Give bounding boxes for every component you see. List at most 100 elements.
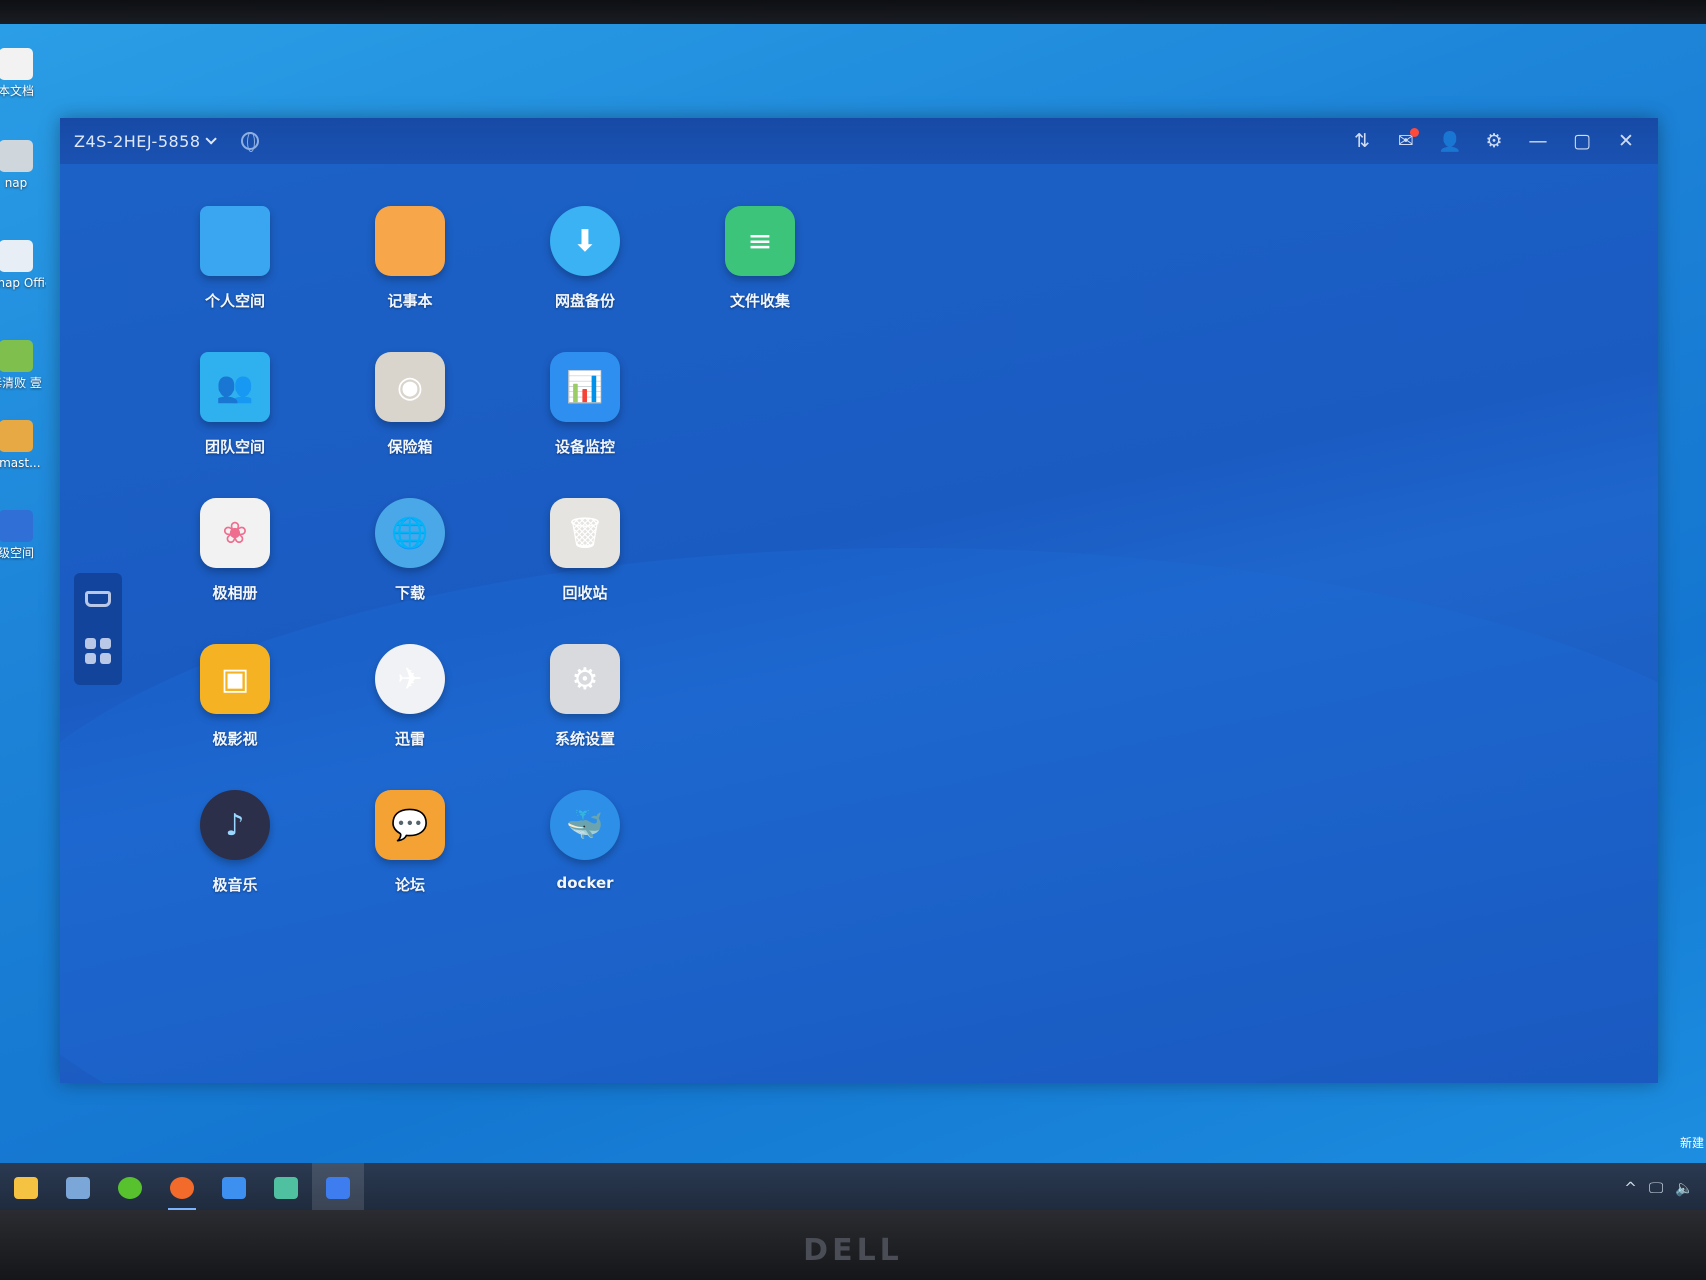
wallpaper-wave <box>60 548 1658 1083</box>
app-icon: ◉ <box>375 352 445 422</box>
dock-desktop-button[interactable] <box>74 573 122 625</box>
app-label: 团队空间 <box>204 438 265 456</box>
green-app-icon <box>118 1177 142 1199</box>
shortcut-icon <box>0 340 33 372</box>
shortcut-label: emap Office <box>0 276 46 290</box>
nas-window[interactable]: Z4S-2HEJ-5858 ⇅ ✉ 👤 ⚙ — ▢ ✕ 个人空间 记事本 ⬇ 网盘备份 ≡ 文件收集 👥… <box>60 118 1658 1083</box>
taskbar-app[interactable] <box>52 1163 104 1213</box>
shortcut-icon <box>0 420 33 452</box>
dock-apps-button[interactable] <box>74 625 122 677</box>
taskbar: ^ 🖵 🔈 <box>0 1163 1706 1213</box>
app-launcher[interactable]: 🌐 下载 <box>350 498 470 603</box>
app-icon: ≡ <box>725 206 795 276</box>
user-icon[interactable]: 👤 <box>1436 127 1464 155</box>
notification-dot <box>1410 128 1419 137</box>
shortcut-label: 级空间 <box>0 546 34 560</box>
shortcut-label: nap <box>4 176 28 190</box>
taskbar-app[interactable] <box>312 1163 364 1213</box>
tray-expand-icon[interactable]: ^ <box>1624 1179 1637 1197</box>
app-launcher[interactable]: 🗑 回收站 <box>525 498 645 603</box>
edit-app-icon <box>274 1177 298 1199</box>
app-launcher[interactable]: 记事本 <box>350 206 470 311</box>
app-label: 保险箱 <box>387 438 433 456</box>
app-icon: ⚙ <box>550 644 620 714</box>
app-icon: 🌐 <box>375 498 445 568</box>
app-label: 极音乐 <box>212 876 258 894</box>
desktop-shortcut[interactable]: nmast... <box>0 420 46 471</box>
app-launcher[interactable]: ♪ 极音乐 <box>175 790 295 895</box>
close-icon[interactable]: ✕ <box>1612 127 1640 155</box>
globe-icon[interactable] <box>240 132 259 152</box>
network-icon[interactable]: 🖵 <box>1649 1179 1663 1197</box>
app-label: 系统设置 <box>554 730 615 748</box>
system-tray: ^ 🖵 🔈 <box>1624 1163 1694 1213</box>
app-label: docker <box>556 874 614 892</box>
app-icon: 🗑 <box>550 498 620 568</box>
desktop-shortcut[interactable]: 级空间 <box>0 510 46 561</box>
app-label: 极相册 <box>212 584 258 602</box>
app-launcher[interactable]: ▣ 极影视 <box>175 644 295 749</box>
shortcut-icon <box>0 48 33 80</box>
app-icon: 💬 <box>375 790 445 860</box>
shortcut-icon <box>0 140 33 172</box>
app-launcher[interactable]: 💬 论坛 <box>350 790 470 895</box>
desktop-shortcut[interactable]: 本文档 <box>0 48 46 99</box>
app-icon: ✈ <box>375 644 445 714</box>
device-name[interactable]: Z4S-2HEJ-5858 <box>74 132 201 151</box>
taskbar-app[interactable] <box>156 1163 208 1213</box>
app-icon: ❀ <box>200 498 270 568</box>
chevron-down-icon[interactable] <box>204 133 217 145</box>
app-icon <box>200 206 270 276</box>
volume-icon[interactable]: 🔈 <box>1675 1179 1694 1197</box>
screen-photo: 本文档 nap emap Office 毒清败 壹 nmast... 级空间 新建 Z4S… <box>0 0 1706 1280</box>
app-launcher[interactable]: ⚙ 系统设置 <box>525 644 645 749</box>
app-launcher[interactable]: 📊 设备监控 <box>525 352 645 457</box>
firefox-icon <box>170 1177 194 1199</box>
app-label: 设备监控 <box>554 438 615 456</box>
maximize-icon[interactable]: ▢ <box>1568 127 1596 155</box>
gear-icon[interactable]: ⚙ <box>1480 127 1508 155</box>
taskbar-items <box>0 1163 364 1213</box>
app-launcher[interactable]: 🐳 docker <box>525 790 645 892</box>
file-explorer-icon <box>14 1177 38 1199</box>
window-titlebar[interactable]: Z4S-2HEJ-5858 ⇅ ✉ 👤 ⚙ — ▢ ✕ <box>60 118 1658 164</box>
app-icon: ⬇ <box>550 206 620 276</box>
grid-app-icon <box>222 1177 246 1199</box>
app-icon: ▣ <box>200 644 270 714</box>
shortcut-icon <box>0 510 33 542</box>
desktop-edge-label: 新建 <box>1679 1136 1704 1150</box>
app-launcher[interactable]: ◉ 保险箱 <box>350 352 470 457</box>
app-launcher[interactable]: 个人空间 <box>175 206 295 311</box>
app-icon: 📊 <box>550 352 620 422</box>
app-label: 极影视 <box>212 730 258 748</box>
message-icon[interactable]: ✉ <box>1392 127 1420 155</box>
tray-icon <box>85 591 111 607</box>
app-launcher[interactable]: ⬇ 网盘备份 <box>525 206 645 311</box>
app-label: 迅雷 <box>394 730 425 748</box>
app-label: 下载 <box>394 584 425 602</box>
app-launcher[interactable]: ✈ 迅雷 <box>350 644 470 749</box>
app-label: 网盘备份 <box>554 292 615 310</box>
shortcut-label: 本文档 <box>0 84 34 98</box>
monitor-brand-logo: DELL <box>803 1233 903 1268</box>
app-launcher[interactable]: 👥 团队空间 <box>175 352 295 457</box>
app-label: 个人空间 <box>204 292 265 310</box>
taskbar-app[interactable] <box>260 1163 312 1213</box>
desktop-shortcut[interactable]: emap Office <box>0 240 46 291</box>
desktop-shortcut[interactable]: 毒清败 壹 <box>0 340 46 391</box>
transfer-icon[interactable]: ⇅ <box>1348 127 1376 155</box>
taskbar-app[interactable] <box>104 1163 156 1213</box>
shortcut-label: nmast... <box>0 456 41 470</box>
taskbar-app[interactable] <box>0 1163 52 1213</box>
app-launcher[interactable]: ❀ 极相册 <box>175 498 295 603</box>
app-grid-icon <box>85 638 111 664</box>
taskbar-app[interactable] <box>208 1163 260 1213</box>
side-dock <box>74 573 122 685</box>
shortcut-icon <box>0 240 33 272</box>
desktop-shortcut[interactable]: nap <box>0 140 46 191</box>
minimize-icon[interactable]: — <box>1524 127 1552 155</box>
app-icon <box>375 206 445 276</box>
app-label: 论坛 <box>394 876 425 894</box>
app-icon: ♪ <box>200 790 270 860</box>
app-launcher[interactable]: ≡ 文件收集 <box>700 206 820 311</box>
